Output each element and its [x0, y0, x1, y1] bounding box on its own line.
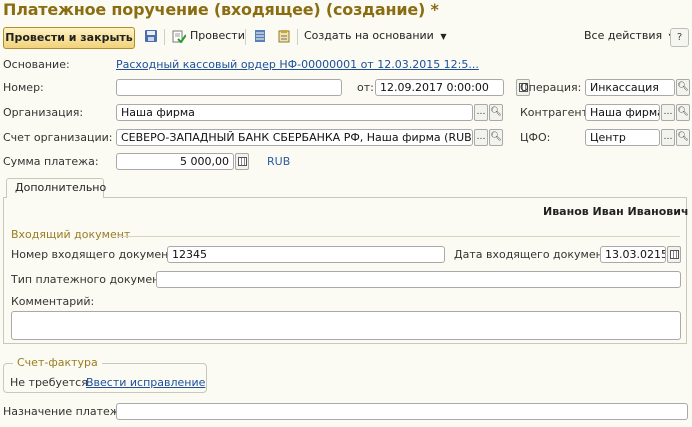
calculator-icon: [237, 157, 247, 166]
cfo-field[interactable]: Центр: [585, 129, 660, 146]
purpose-field[interactable]: [116, 403, 688, 420]
organization-field[interactable]: Наша фирма: [116, 104, 473, 121]
comment-label: Комментарий:: [11, 295, 95, 308]
dropdown-icon: ▼: [440, 32, 447, 41]
org-account-label: Счет организации:: [3, 131, 113, 144]
org-account-field[interactable]: СЕВЕРО-ЗАПАДНЫЙ БАНК СБЕРБАНКА РФ, Наша …: [116, 129, 473, 146]
create-based-on-menu[interactable]: Создать на основании ▼: [304, 29, 447, 44]
comment-field[interactable]: [11, 311, 681, 340]
toolbar-separator: [245, 29, 246, 45]
number-label: Номер:: [3, 81, 44, 94]
incoming-group-title: Входящий документ: [11, 228, 131, 241]
list-button[interactable]: [253, 29, 267, 46]
date-field[interactable]: 12.09.2017 0:00:00: [375, 79, 504, 96]
invoice-status: Не требуется: [10, 376, 88, 389]
search-icon: 🔍︎: [490, 132, 502, 142]
org-account-select-button[interactable]: …: [474, 129, 488, 146]
post-button-label: Провести: [190, 29, 245, 42]
cfo-open-button[interactable]: 🔍︎: [676, 129, 690, 146]
responsible-name: Иванов Иван Иванович: [543, 205, 689, 218]
invoice-group-title: Счет-фактура: [13, 356, 102, 369]
operation-label: Операция:: [520, 81, 582, 94]
organization-label: Организация:: [3, 106, 84, 119]
search-icon: 🔍︎: [677, 107, 689, 117]
ellipsis-icon: …: [663, 107, 673, 117]
print-button[interactable]: [277, 29, 291, 46]
operation-field[interactable]: Инкассация: [585, 79, 675, 96]
clipboard-icon: [278, 30, 290, 43]
page-title: Платежное поручение (входящее) (создание…: [3, 0, 439, 19]
cfo-select-button[interactable]: …: [661, 129, 675, 146]
all-actions-label: Все действия: [584, 29, 663, 42]
counterparty-label: Контрагент:: [520, 106, 592, 119]
number-field[interactable]: [116, 79, 342, 96]
payment-type-label: Тип платежного документа:: [11, 273, 177, 286]
amount-field[interactable]: 5 000,00: [116, 153, 234, 170]
save-icon: [145, 30, 157, 42]
group-divider: [118, 236, 680, 237]
counterparty-open-button[interactable]: 🔍︎: [676, 104, 690, 121]
payment-type-field[interactable]: [156, 271, 681, 288]
date-label: от:: [357, 81, 374, 94]
create-based-on-label: Создать на основании: [304, 29, 434, 42]
ellipsis-icon: …: [663, 132, 673, 142]
incoming-date-label: Дата входящего документа:: [454, 248, 620, 261]
post-icon: [172, 30, 186, 43]
calendar-icon: [669, 250, 679, 259]
purpose-label: Назначение платежа:: [3, 405, 131, 418]
incoming-number-field[interactable]: 12345: [167, 246, 445, 263]
incoming-number-label: Номер входящего документа:: [11, 248, 186, 261]
currency-label: RUB: [267, 155, 291, 168]
search-icon: 🔍︎: [490, 107, 502, 117]
list-icon: [255, 30, 265, 42]
help-button[interactable]: ?: [670, 28, 689, 47]
counterparty-select-button[interactable]: …: [661, 104, 675, 121]
incoming-date-field[interactable]: 13.03.0215: [600, 246, 666, 263]
invoice-fix-link[interactable]: Ввести исправление: [86, 376, 205, 390]
org-account-open-button[interactable]: 🔍︎: [489, 129, 503, 146]
amount-calculator-button[interactable]: [235, 153, 249, 170]
all-actions-menu[interactable]: Все действия ▼: [584, 29, 675, 44]
toolbar-separator: [164, 29, 165, 45]
counterparty-field[interactable]: Наша фирма: [585, 104, 660, 121]
tab-additional[interactable]: Дополнительно: [6, 178, 106, 198]
post-and-close-button[interactable]: Провести и закрыть: [3, 27, 135, 49]
ellipsis-icon: …: [476, 107, 486, 117]
organization-select-button[interactable]: …: [474, 104, 488, 121]
amount-label: Сумма платежа:: [3, 155, 99, 168]
incoming-date-calendar-button[interactable]: [667, 246, 681, 263]
basis-label: Основание:: [3, 58, 70, 71]
basis-link[interactable]: Расходный кассовый ордер НФ-00000001 от …: [116, 58, 479, 72]
search-icon: 🔍︎: [677, 82, 689, 92]
operation-select-button[interactable]: 🔍︎: [676, 79, 690, 96]
cfo-label: ЦФО:: [520, 131, 551, 144]
ellipsis-icon: …: [476, 132, 486, 142]
organization-open-button[interactable]: 🔍︎: [489, 104, 503, 121]
save-button[interactable]: [144, 29, 158, 46]
toolbar-separator: [297, 29, 298, 45]
search-icon: 🔍︎: [677, 132, 689, 142]
